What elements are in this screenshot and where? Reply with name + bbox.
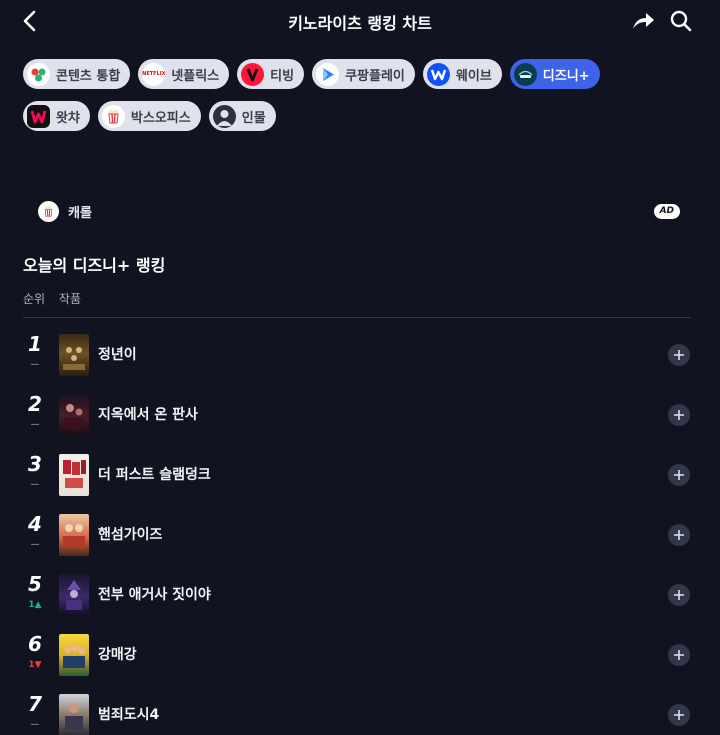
rank-number: 7 <box>28 692 42 716</box>
add-button[interactable] <box>668 524 690 546</box>
netflix-logo: NETFLIX <box>142 62 166 86</box>
add-button[interactable] <box>668 344 690 366</box>
tving-logo <box>241 62 265 86</box>
chip-people[interactable]: 인물 <box>208 101 276 131</box>
rank-change: — <box>30 360 40 370</box>
plus-icon <box>674 650 684 660</box>
disney-logo <box>513 62 537 86</box>
chip-tving[interactable]: 티빙 <box>237 59 305 89</box>
ranking-list: 1 — 정년이 2 — 지옥에서 온 판사 3 — 더 퍼스트 슬램덩크 4 —… <box>23 330 691 735</box>
ad-title: 캐롤 <box>68 206 92 221</box>
plus-icon <box>674 350 684 360</box>
page-title: 키노라이츠 랭킹 차트 <box>288 14 432 33</box>
search-icon <box>670 10 692 32</box>
add-button[interactable] <box>668 464 690 486</box>
work-title[interactable]: 지옥에서 온 판사 <box>98 404 198 424</box>
chip-label: 웨이브 <box>455 68 492 84</box>
plus-icon <box>674 470 684 480</box>
coupangplay-logo <box>316 62 340 86</box>
chip-label: 인물 <box>241 110 266 126</box>
watcha-logo <box>27 104 50 128</box>
work-title[interactable]: 범죄도시4 <box>98 704 159 724</box>
chip-disney[interactable]: 디즈니+ <box>509 59 600 89</box>
share-icon <box>633 13 654 29</box>
column-work: 작품 <box>58 292 82 306</box>
ranking-row[interactable]: 5 1▲ 전부 애거사 짓이야 <box>23 570 691 630</box>
work-title[interactable]: 전부 애거사 짓이야 <box>98 584 211 604</box>
rank-number: 3 <box>28 452 42 476</box>
work-title[interactable]: 핸섬가이즈 <box>98 524 162 544</box>
rank-change: — <box>30 480 40 490</box>
chip-contents[interactable]: 콘텐츠 통합 <box>23 59 131 89</box>
rank-number: 4 <box>28 512 42 536</box>
chip-wavve[interactable]: 웨이브 <box>422 59 502 89</box>
ranking-row[interactable]: 2 — 지옥에서 온 판사 <box>23 390 691 450</box>
section-title: 오늘의 디즈니+ 랭킹 <box>23 256 166 275</box>
plus-icon <box>674 410 684 420</box>
poster-image[interactable] <box>59 514 89 556</box>
chip-label: 박스오피스 <box>130 110 191 126</box>
rank-number: 6 <box>28 632 42 656</box>
chip-label: 콘텐츠 통합 <box>56 68 121 84</box>
rank-number: 1 <box>28 332 42 356</box>
poster-image[interactable] <box>59 334 89 376</box>
rank-change: 1▼ <box>28 660 42 670</box>
person-icon <box>212 104 236 128</box>
chip-label: 티빙 <box>270 68 295 84</box>
poster-image[interactable] <box>59 394 89 436</box>
popcorn-icon <box>38 201 59 222</box>
platform-filter: 콘텐츠 통합 NETFLIX 넷플릭스 티빙 쿠팡플레이 웨이브 디즈니+ 왓챠… <box>23 59 703 143</box>
divider <box>23 317 691 318</box>
work-title[interactable]: 더 퍼스트 슬램덩크 <box>98 464 211 484</box>
chip-label: 왓챠 <box>56 110 80 126</box>
wavve-logo <box>426 62 450 86</box>
work-title[interactable]: 강매강 <box>98 644 137 664</box>
ranking-row[interactable]: 4 — 핸섬가이즈 <box>23 510 691 570</box>
ad-banner[interactable]: 캐롤 AD <box>38 199 680 223</box>
column-rank: 순위 <box>23 292 46 306</box>
rank-change: — <box>30 720 40 730</box>
chip-coupangplay[interactable]: 쿠팡플레이 <box>312 59 415 89</box>
chip-netflix[interactable]: NETFLIX 넷플릭스 <box>138 59 230 89</box>
rank-change: — <box>30 420 40 430</box>
popcorn-icon <box>101 104 125 128</box>
poster-image[interactable] <box>59 454 89 496</box>
chip-label: 디즈니+ <box>542 68 590 84</box>
ranking-row[interactable]: 1 — 정년이 <box>23 330 691 390</box>
top-bar: 키노라이츠 랭킹 차트 <box>0 0 720 44</box>
poster-image[interactable] <box>59 634 89 676</box>
plus-icon <box>674 710 684 720</box>
chip-watcha[interactable]: 왓챠 <box>23 101 90 131</box>
add-button[interactable] <box>668 704 690 726</box>
plus-icon <box>674 590 684 600</box>
rank-change: — <box>30 540 40 550</box>
poster-image[interactable] <box>59 574 89 616</box>
share-button[interactable] <box>630 9 656 35</box>
add-button[interactable] <box>668 404 690 426</box>
ad-badge: AD <box>653 204 680 219</box>
chip-label: 쿠팡플레이 <box>345 68 405 84</box>
contents-icon <box>27 62 50 86</box>
add-button[interactable] <box>668 584 690 606</box>
column-headers: 순위 작품 <box>23 290 91 307</box>
rank-change: 1▲ <box>28 600 42 610</box>
work-title[interactable]: 정년이 <box>98 344 137 364</box>
ranking-row[interactable]: 7 — 범죄도시4 <box>23 690 691 735</box>
rank-number: 2 <box>28 392 42 416</box>
search-button[interactable] <box>668 8 694 34</box>
poster-image[interactable] <box>59 694 89 735</box>
chip-label: 넷플릭스 <box>171 68 220 84</box>
plus-icon <box>674 530 684 540</box>
chip-boxoffice[interactable]: 박스오피스 <box>97 101 201 131</box>
add-button[interactable] <box>668 644 690 666</box>
rank-number: 5 <box>28 572 42 596</box>
ranking-row[interactable]: 6 1▼ 강매강 <box>23 630 691 690</box>
ranking-row[interactable]: 3 — 더 퍼스트 슬램덩크 <box>23 450 691 510</box>
